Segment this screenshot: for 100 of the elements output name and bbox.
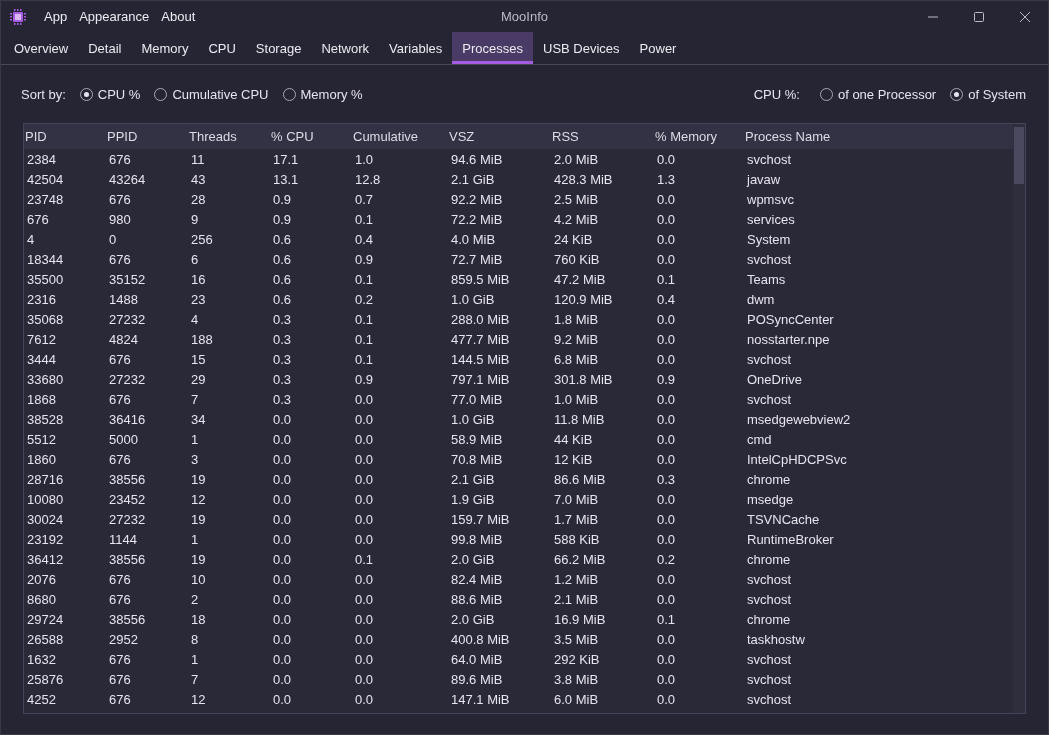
table-cell-text: 19 <box>190 551 207 567</box>
table-cell-text: svchost <box>746 691 793 707</box>
table-cell-text: 1.8 MiB <box>553 311 600 327</box>
scrollbar-thumb[interactable] <box>1014 127 1024 184</box>
table-cell-text: chrome <box>746 611 792 627</box>
column-header[interactable]: Cumulative <box>352 129 448 144</box>
table-cell-text: 24 KiB <box>553 231 594 247</box>
table-cell-text: 47.2 MiB <box>553 271 607 287</box>
table-cell-text: 29724 <box>26 611 65 627</box>
table-cell-text: 676 <box>26 211 50 227</box>
sort-radio[interactable]: Memory % <box>282 86 363 102</box>
table-cell-text: 11.8 MiB <box>553 411 606 427</box>
column-header[interactable]: PID <box>24 129 106 144</box>
column-header[interactable]: RSS <box>551 129 654 144</box>
table-cell-text: wpmsvc <box>746 191 795 207</box>
table-cell-text: 23452 <box>108 491 147 507</box>
tab[interactable]: Network <box>311 32 380 64</box>
cpu-mode-radio[interactable]: of System <box>950 86 1026 102</box>
table-cell-text: 159.7 MiB <box>450 511 511 527</box>
tab[interactable]: CPU <box>198 32 246 64</box>
table-cell-text: 0.0 <box>354 411 375 427</box>
table-cell-text: 0.1 <box>354 331 375 347</box>
column-header[interactable]: PPID <box>106 129 188 144</box>
table-cell-text: 1860 <box>26 451 57 467</box>
scrollbar[interactable] <box>1013 124 1025 713</box>
table-cell-text: 3.5 MiB <box>553 631 600 647</box>
table-cell-text: 18344 <box>26 251 65 267</box>
menu-item[interactable]: Appearance <box>73 9 156 24</box>
menu-item[interactable]: App <box>38 9 74 24</box>
cpu-mode-label: CPU %: <box>753 86 800 102</box>
table-cell-text: 5512 <box>26 431 57 447</box>
table-cell-text: 0.0 <box>354 531 375 547</box>
table-cell-text: 0.1 <box>354 551 375 567</box>
table-cell-text: 1.9 GiB <box>450 491 496 507</box>
menu-item[interactable]: About <box>155 9 202 24</box>
table-cell-text: 0.0 <box>656 651 677 667</box>
tab[interactable]: USB Devices <box>533 32 630 64</box>
table-cell-text: 18 <box>190 611 207 627</box>
table-cell-text: 43264 <box>108 171 147 187</box>
table-cell-text: 0.0 <box>272 511 293 527</box>
table-cell-text: chrome <box>746 471 792 487</box>
tab[interactable]: Storage <box>245 32 312 64</box>
table-cell-text: 0.0 <box>272 531 293 547</box>
table-cell-text: 0.6 <box>272 271 293 287</box>
table-cell-text: 0.9 <box>272 191 293 207</box>
table-cell-text: 2316 <box>26 291 57 307</box>
table-cell-text: 0.2 <box>354 291 375 307</box>
table-cell-text: 0.0 <box>272 631 293 647</box>
column-header[interactable]: Process Name <box>744 129 1013 144</box>
table-cell-text: IntelCpHDCPSvc <box>746 451 848 467</box>
table-cell-text: RuntimeBroker <box>746 531 835 547</box>
table-cell-text: 0.0 <box>272 571 293 587</box>
table-cell-text: svchost <box>746 151 793 167</box>
tab[interactable]: Processes <box>452 32 533 64</box>
table-cell-text: 29 <box>190 371 207 387</box>
table-cell-text: 11 <box>190 151 206 167</box>
maximize-icon <box>974 11 984 22</box>
table-cell-text: 3 <box>190 451 200 467</box>
table-cell-text: 23192 <box>26 531 65 547</box>
tab[interactable]: Power <box>629 32 687 64</box>
column-header[interactable]: VSZ <box>448 129 551 144</box>
tab[interactable]: Variables <box>379 32 453 64</box>
table-cell-text: 0.1 <box>354 351 375 367</box>
column-header[interactable]: % Memory <box>654 129 744 144</box>
table-cell-text: 12 <box>190 691 207 707</box>
table-cell-text: 676 <box>108 451 132 467</box>
table-cell-text: 27232 <box>108 311 147 327</box>
table-cell-text: 1.0 MiB <box>553 391 600 407</box>
table-cell-text: 16.9 MiB <box>553 611 607 627</box>
table-cell-text: 2.1 GiB <box>450 471 496 487</box>
column-header[interactable]: % CPU <box>270 129 352 144</box>
tab[interactable]: Detail <box>78 32 132 64</box>
table-cell-text: 6.0 MiB <box>553 691 600 707</box>
column-header[interactable]: Threads <box>188 129 270 144</box>
table-cell-text: 34 <box>190 411 207 427</box>
table-cell-text: 1.3 <box>656 171 677 187</box>
table-cell-text: Teams <box>746 271 787 287</box>
table-cell-text: 0.1 <box>354 311 375 327</box>
table-cell-text: 7.0 MiB <box>553 491 600 507</box>
table-cell-text: 1.7 MiB <box>553 511 600 527</box>
sort-radio[interactable]: CPU % <box>79 86 141 102</box>
table-cell-text: OneDrive <box>746 371 803 387</box>
table-cell-text: 33680 <box>26 371 65 387</box>
table-cell-text: 43 <box>190 171 207 187</box>
table-cell-text: 0.9 <box>656 371 677 387</box>
table-cell-text: 0.6 <box>272 231 293 247</box>
table-cell-text: 2952 <box>108 631 139 647</box>
table-cell-text: 0.9 <box>354 251 375 267</box>
table-cell-text: nosstarter.npe <box>746 331 831 347</box>
tab[interactable]: Overview <box>4 32 79 64</box>
sort-radio[interactable]: Cumulative CPU <box>154 86 269 102</box>
table-cell-text: 28 <box>190 191 207 207</box>
table-cell-text: 12.8 <box>354 171 382 187</box>
table-cell-text: 0.0 <box>656 431 677 447</box>
table-cell-text: 0.0 <box>354 631 375 647</box>
cpu-mode-radio[interactable]: of one Processor <box>819 86 937 102</box>
table-cell-text: 0.0 <box>354 511 375 527</box>
table-cell-text: 4.0 MiB <box>450 231 497 247</box>
tab[interactable]: Memory <box>131 32 199 64</box>
table-cell-text: 9 <box>190 211 200 227</box>
